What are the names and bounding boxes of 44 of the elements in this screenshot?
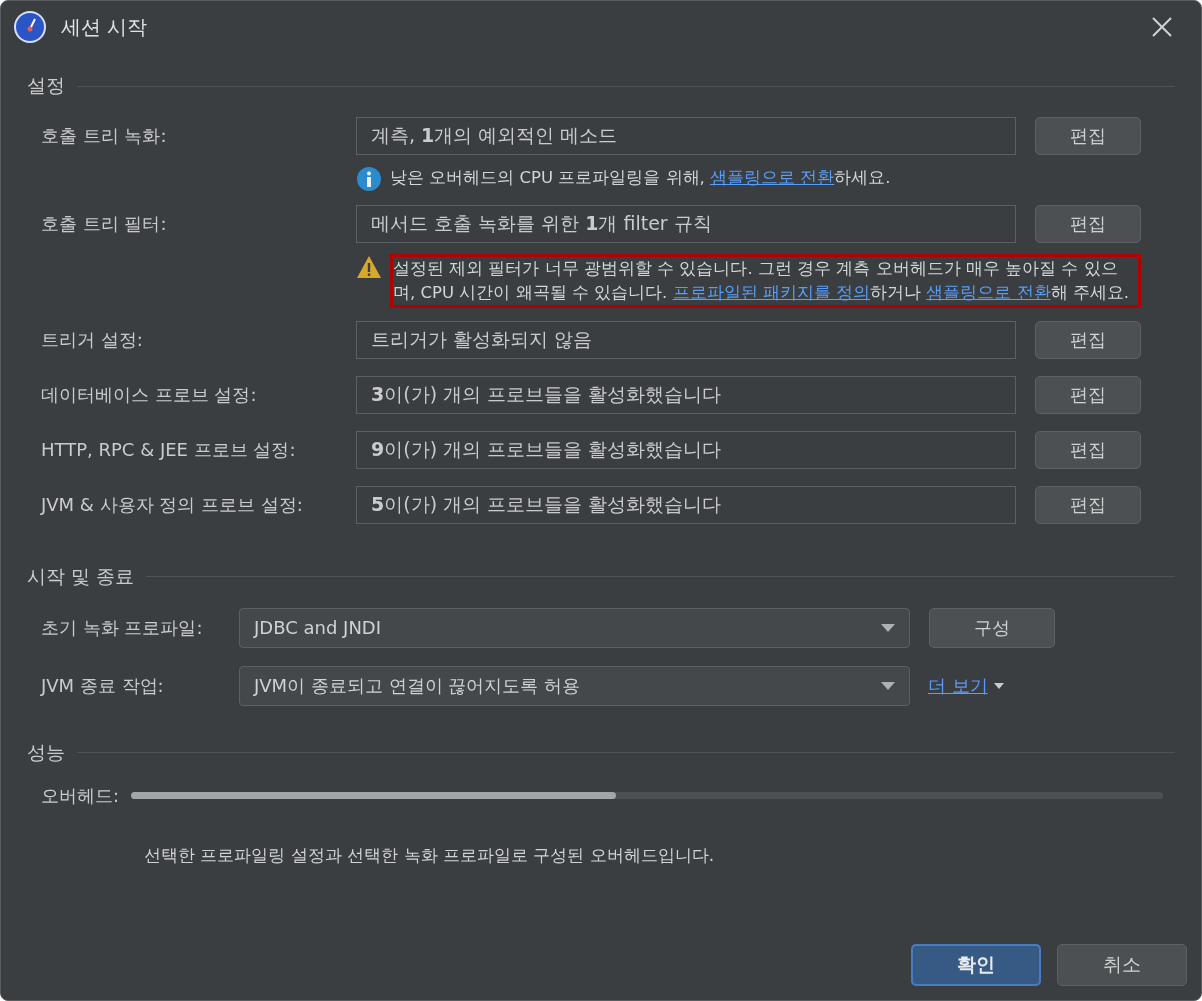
switch-link[interactable]: 샘플링으로 전환 — [710, 168, 835, 187]
edit-button[interactable]: 편집 — [1035, 320, 1141, 359]
setting-label: JVM 종료 작업: — [41, 673, 165, 698]
setting-value-field: 트리거가 활성화되지 않음 — [356, 320, 1016, 359]
setting-label: HTTP, RPC & JEE 프로브 설정: — [41, 437, 297, 462]
setting-value-field: 5이(가) 개의 프로브들을 활성화했습니다 — [356, 485, 1016, 524]
edit-button[interactable]: 편집 — [1035, 375, 1141, 414]
section-heading: 시작 및 종료 — [27, 563, 135, 589]
window-title: 세션 시작 — [61, 13, 149, 41]
dropdown-arrow-icon — [881, 681, 895, 690]
ok-button[interactable]: 확인 — [911, 944, 1041, 986]
setting-label: JVM & 사용자 정의 프로브 설정: — [41, 492, 304, 517]
setting-label: 호출 트리 녹화: — [41, 124, 168, 148]
gauge-icon — [13, 10, 47, 44]
section-heading: 설정 — [27, 73, 65, 98]
edit-button[interactable]: 편집 — [1035, 117, 1141, 155]
setting-value-field: 메서드 호출 녹화를 위한 1개 filter 규칙 — [356, 205, 1016, 243]
cancel-button[interactable]: 취소 — [1057, 944, 1187, 986]
edit-button[interactable]: 편집 — [1035, 205, 1141, 243]
info-message: 낮은 오버헤드의 CPU 프로파일링을 위해, 샘플링으로 전환하세요. — [390, 167, 892, 189]
dropdown[interactable]: JDBC and JNDI — [239, 607, 910, 648]
edit-button[interactable]: 편집 — [1035, 430, 1141, 469]
switch-link[interactable]: 프로파일된 패키지를 정의 — [672, 282, 870, 302]
section-heading: 성능 — [27, 739, 65, 765]
setting-value-field: 9이(가) 개의 프로브들을 활성화했습니다 — [356, 430, 1016, 469]
warning-message: 설정된 제외 필터가 너무 광범위할 수 있습니다. 그런 경우 계측 오버헤드가 매우 높아질 수 있으며, CPU 시간이 왜곡될 수 있습니다. 프로파일된 패키지를 정의하거나 샘플링으로 전환해 주세요. — [390, 254, 1141, 308]
setting-value-field: 3이(가) 개의 프로브들을 활성화했습니다 — [356, 375, 1016, 414]
configure-button[interactable]: 구성 — [929, 607, 1055, 648]
setting-label: 초기 녹화 프로파일: — [41, 615, 204, 640]
setting-label: 트리거 설정: — [41, 327, 144, 352]
overhead-label: 오버헤드: — [41, 783, 120, 808]
dropdown-arrow-icon — [881, 623, 895, 632]
close-icon[interactable] — [1151, 16, 1173, 38]
setting-value-field: 계측, 1개의 예외적인 메소드 — [356, 117, 1016, 155]
setting-label: 데이터베이스 프로브 설정: — [41, 382, 258, 407]
dropdown[interactable]: JVM이 종료되고 연결이 끊어지도록 허용 — [239, 665, 910, 706]
more-link[interactable]: 더 보기 — [928, 673, 988, 698]
dropdown-arrow-icon — [993, 682, 1004, 689]
switch-link[interactable]: 샘플링으로 전환 — [926, 282, 1051, 302]
edit-button[interactable]: 편집 — [1035, 485, 1141, 524]
overhead-description: 선택한 프로파일링 설정과 선택한 녹화 프로파일로 구성된 오버헤드입니다. — [143, 843, 716, 867]
info-icon — [356, 166, 382, 192]
setting-label: 호출 트리 필터: — [41, 212, 168, 236]
warning-icon — [356, 254, 382, 280]
